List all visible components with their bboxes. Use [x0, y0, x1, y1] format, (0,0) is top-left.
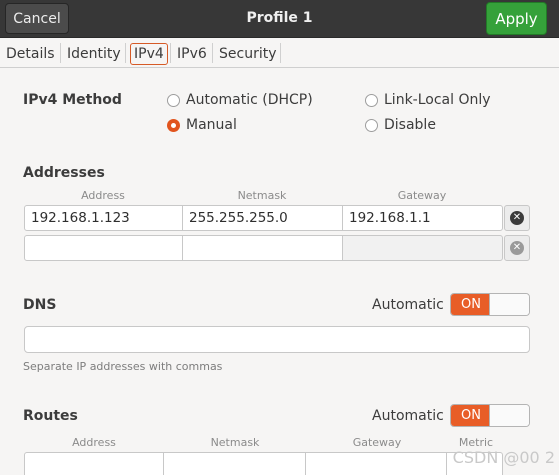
dns-automatic-label: Automatic — [372, 297, 444, 313]
tab-ipv4[interactable]: IPv4 — [130, 43, 168, 65]
routes-label: Routes — [23, 408, 78, 424]
delete-icon: ✕ — [510, 241, 524, 255]
route-row — [24, 452, 503, 475]
netmask-input[interactable]: 255.255.255.0 — [182, 205, 343, 231]
radio-disable[interactable]: Disable — [365, 117, 436, 133]
tab-security[interactable]: Security — [219, 43, 277, 65]
radio-label: Link-Local Only — [384, 92, 491, 108]
column-header-gateway: Gateway — [352, 436, 402, 449]
switch-on-label: ON — [451, 294, 491, 315]
dns-label: DNS — [23, 297, 57, 313]
header-bar: Cancel Profile 1 Apply — [0, 0, 559, 38]
delete-address-button-disabled[interactable]: ✕ — [504, 235, 530, 261]
radio-label: Disable — [384, 117, 436, 133]
dns-input[interactable] — [24, 326, 530, 353]
switch-knob — [489, 405, 529, 426]
netmask-input[interactable] — [182, 235, 343, 261]
tab-ipv6[interactable]: IPv6 — [177, 43, 207, 65]
tab-divider — [170, 43, 171, 63]
watermark: CSDN @00 2 — [452, 448, 555, 467]
radio-manual[interactable]: Manual — [167, 117, 237, 133]
route-gateway-input[interactable] — [304, 452, 448, 475]
address-row-empty — [24, 235, 503, 261]
gateway-input[interactable] — [342, 235, 503, 261]
tab-divider — [280, 43, 281, 63]
dialog-title: Profile 1 — [246, 10, 313, 26]
addresses-label: Addresses — [23, 165, 105, 181]
delete-address-button[interactable]: ✕ — [504, 205, 530, 231]
radio-unchecked-icon — [365, 118, 378, 132]
radio-checked-icon — [167, 118, 180, 132]
ipv4-method-label: IPv4 Method — [23, 92, 122, 108]
routes-automatic-label: Automatic — [372, 408, 444, 424]
route-netmask-input[interactable] — [163, 452, 306, 475]
radio-automatic-dhcp[interactable]: Automatic (DHCP) — [167, 92, 313, 108]
tab-divider — [125, 43, 126, 63]
column-header-netmask: Netmask — [237, 189, 287, 202]
column-header-netmask: Netmask — [210, 436, 260, 449]
tab-divider — [60, 43, 61, 63]
tab-identity[interactable]: Identity — [67, 43, 121, 65]
radio-link-local-only[interactable]: Link-Local Only — [365, 92, 491, 108]
switch-on-label: ON — [451, 405, 491, 426]
tab-bar: Details Identity IPv4 IPv6 Security — [0, 38, 559, 68]
route-address-input[interactable] — [24, 452, 165, 475]
address-row: 192.168.1.123 255.255.255.0 192.168.1.1 — [24, 205, 503, 231]
column-header-address: Address — [72, 436, 116, 449]
radio-label: Automatic (DHCP) — [186, 92, 313, 108]
dns-automatic-switch[interactable]: ON — [450, 293, 530, 316]
address-input[interactable]: 192.168.1.123 — [24, 205, 183, 231]
radio-label: Manual — [186, 117, 237, 133]
tab-divider — [212, 43, 213, 63]
gateway-input[interactable]: 192.168.1.1 — [342, 205, 503, 231]
radio-unchecked-icon — [365, 93, 378, 107]
radio-unchecked-icon — [167, 93, 180, 107]
delete-icon: ✕ — [510, 211, 524, 225]
switch-knob — [489, 294, 529, 315]
dns-hint: Separate IP addresses with commas — [23, 360, 223, 373]
routes-automatic-switch[interactable]: ON — [450, 404, 530, 427]
tab-details[interactable]: Details — [6, 43, 55, 65]
column-header-address: Address — [81, 189, 125, 202]
column-header-gateway: Gateway — [397, 189, 447, 202]
address-input[interactable] — [24, 235, 183, 261]
apply-button[interactable]: Apply — [486, 2, 547, 35]
